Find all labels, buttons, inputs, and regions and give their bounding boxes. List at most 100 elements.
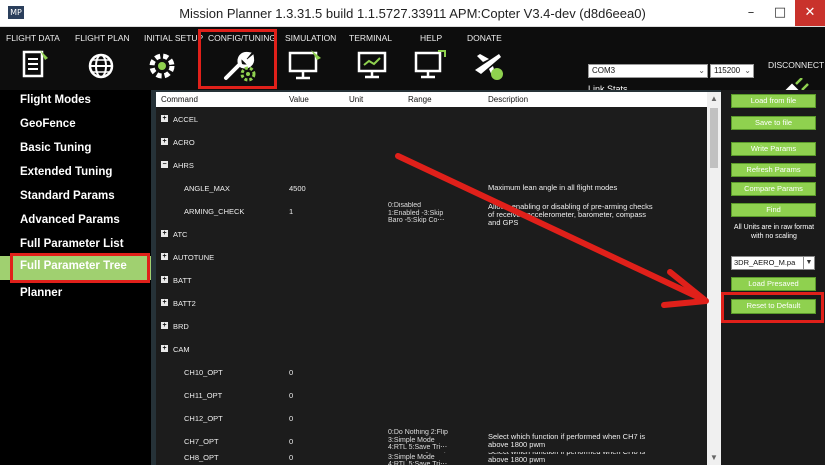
header-unit[interactable]: Unit xyxy=(349,95,363,104)
maximize-button[interactable]: □ xyxy=(765,0,795,26)
expand-icon[interactable]: + xyxy=(161,230,168,237)
com-port-value: COM3 xyxy=(592,66,616,75)
tree-group-row[interactable]: + BATT xyxy=(156,268,656,291)
config-sidebar: Flight Modes GeoFence Basic Tuning Exten… xyxy=(0,90,151,465)
write-params-button[interactable]: Write Params xyxy=(731,142,816,156)
tree-group-row[interactable]: + ACRO xyxy=(156,130,656,153)
baud-rate-select[interactable]: 115200 ⌄ xyxy=(710,64,754,78)
table-row[interactable]: CH7_OPT 0 0:Do Nothing 2:Flip 3:Simple M… xyxy=(156,429,656,452)
header-command[interactable]: Command xyxy=(161,95,198,104)
chevron-down-icon[interactable]: ▼ xyxy=(803,256,815,270)
tree-body: + ACCEL + ACRO − AHRS ANGLE_MAX 4500 Max… xyxy=(156,107,656,465)
menu-terminal-label: TERMINAL xyxy=(349,33,392,43)
header-range[interactable]: Range xyxy=(408,95,432,104)
sidebar-item-planner[interactable]: Planner xyxy=(0,283,151,307)
param-value[interactable]: 0 xyxy=(289,414,293,423)
menu-help[interactable]: HELP xyxy=(412,27,452,90)
param-value[interactable]: 4500 xyxy=(289,184,306,193)
globe-icon xyxy=(88,53,114,79)
disconnect-label: DISCONNECT xyxy=(768,60,825,70)
param-range: 0:Do Nothing 2:Flip 3:Simple Mode 4:RTL … xyxy=(388,452,448,465)
plane-dollar-icon xyxy=(475,54,503,80)
menu-initial-setup[interactable]: INITIAL SETUP xyxy=(144,27,203,90)
header-value[interactable]: Value xyxy=(289,95,309,104)
minimize-button[interactable]: – xyxy=(736,0,766,26)
param-name: ANGLE_MAX xyxy=(184,184,230,193)
table-row[interactable]: CH8_OPT 0 0:Do Nothing 2:Flip 3:Simple M… xyxy=(156,452,656,465)
expand-icon[interactable]: + xyxy=(161,253,168,260)
help-monitor-icon xyxy=(414,50,446,79)
table-row[interactable]: ARMING_CHECK 1 0:Disabled 1:Enabled -3:S… xyxy=(156,199,656,227)
params-action-panel: Load from file Save to file Write Params… xyxy=(721,90,825,465)
expand-icon[interactable]: + xyxy=(161,345,168,352)
expand-icon[interactable]: + xyxy=(161,276,168,283)
tree-group-row[interactable]: − AHRS xyxy=(156,153,656,176)
menu-terminal[interactable]: TERMINAL xyxy=(349,27,399,90)
menu-flight-plan[interactable]: FLIGHT PLAN xyxy=(75,27,143,90)
menu-flight-data-label: FLIGHT DATA xyxy=(6,33,60,43)
expand-icon[interactable]: + xyxy=(161,322,168,329)
main-menu-bar: FLIGHT DATA FLIGHT PLAN INITIAL SETUP CO… xyxy=(0,27,825,108)
terminal-icon xyxy=(357,51,387,79)
table-row[interactable]: CH10_OPT 0 xyxy=(156,360,656,383)
group-name: AUTOTUNE xyxy=(173,253,215,262)
param-name: CH7_OPT xyxy=(184,437,219,446)
table-row[interactable]: CH11_OPT 0 xyxy=(156,383,656,406)
menu-simulation[interactable]: SIMULATION xyxy=(285,27,341,90)
sidebar-item-geofence[interactable]: GeoFence xyxy=(0,114,151,138)
sidebar-item-extended-tuning[interactable]: Extended Tuning xyxy=(0,162,151,186)
param-description: Select which function if performed when … xyxy=(488,432,646,449)
find-button[interactable]: Find xyxy=(731,203,816,217)
baud-rate-value: 115200 xyxy=(714,66,741,75)
param-value[interactable]: 0 xyxy=(289,453,293,462)
expand-icon[interactable]: + xyxy=(161,299,168,306)
load-from-file-button[interactable]: Load from file xyxy=(731,94,816,108)
sidebar-item-standard-params[interactable]: Standard Params xyxy=(0,186,151,210)
sidebar-item-basic-tuning[interactable]: Basic Tuning xyxy=(0,138,151,162)
table-row[interactable]: CH12_OPT 0 xyxy=(156,406,656,429)
scrollbar-thumb[interactable] xyxy=(710,108,718,168)
tree-group-row[interactable]: + CAM xyxy=(156,337,656,360)
tree-group-row[interactable]: + AUTOTUNE xyxy=(156,245,656,268)
param-name: CH8_OPT xyxy=(184,453,219,462)
scroll-down-icon[interactable]: ▼ xyxy=(707,451,721,465)
flight-data-icon xyxy=(22,50,48,78)
param-name: CH12_OPT xyxy=(184,414,223,423)
group-name: ACRO xyxy=(173,138,195,147)
menu-donate-label: DONATE xyxy=(467,33,502,43)
menu-donate[interactable]: DONATE xyxy=(467,27,513,90)
group-name: AHRS xyxy=(173,161,194,170)
tree-scrollbar[interactable]: ▲ ▼ xyxy=(707,92,721,465)
tree-group-row[interactable]: + ATC xyxy=(156,222,656,245)
save-to-file-button[interactable]: Save to file xyxy=(731,116,816,130)
window-title: Mission Planner 1.3.31.5 build 1.1.5727.… xyxy=(179,6,646,21)
param-value[interactable]: 0 xyxy=(289,437,293,446)
param-name: ARMING_CHECK xyxy=(184,207,245,216)
menu-simulation-label: SIMULATION xyxy=(285,33,337,43)
tree-group-row[interactable]: + BATT2 xyxy=(156,291,656,314)
table-row[interactable]: ANGLE_MAX 4500 Maximum lean angle in all… xyxy=(156,176,656,199)
group-name: ACCEL xyxy=(173,115,199,124)
tree-group-row[interactable]: + ACCEL xyxy=(156,107,656,130)
scroll-up-icon[interactable]: ▲ xyxy=(707,92,721,106)
load-presaved-button[interactable]: Load Presaved xyxy=(731,277,816,291)
sidebar-item-flight-modes[interactable]: Flight Modes xyxy=(0,90,151,114)
group-name: BATT2 xyxy=(173,299,196,308)
tree-group-row[interactable]: + BRD xyxy=(156,314,656,337)
menu-flight-data[interactable]: FLIGHT DATA xyxy=(6,27,70,90)
sidebar-item-advanced-params[interactable]: Advanced Params xyxy=(0,210,151,234)
param-value[interactable]: 1 xyxy=(289,207,293,216)
collapse-icon[interactable]: − xyxy=(161,161,168,168)
header-description[interactable]: Description xyxy=(488,95,528,104)
expand-icon[interactable]: + xyxy=(161,115,168,122)
param-value[interactable]: 0 xyxy=(289,391,293,400)
com-port-select[interactable]: COM3 ⌄ xyxy=(588,64,708,78)
expand-icon[interactable]: + xyxy=(161,138,168,145)
refresh-params-button[interactable]: Refresh Params xyxy=(731,163,816,177)
tree-empty-area xyxy=(656,107,713,465)
param-value[interactable]: 0 xyxy=(289,368,293,377)
group-name: BATT xyxy=(173,276,192,285)
compare-params-button[interactable]: Compare Params xyxy=(731,182,816,196)
menu-help-label: HELP xyxy=(420,33,443,43)
close-button[interactable]: ✕ xyxy=(795,0,825,26)
